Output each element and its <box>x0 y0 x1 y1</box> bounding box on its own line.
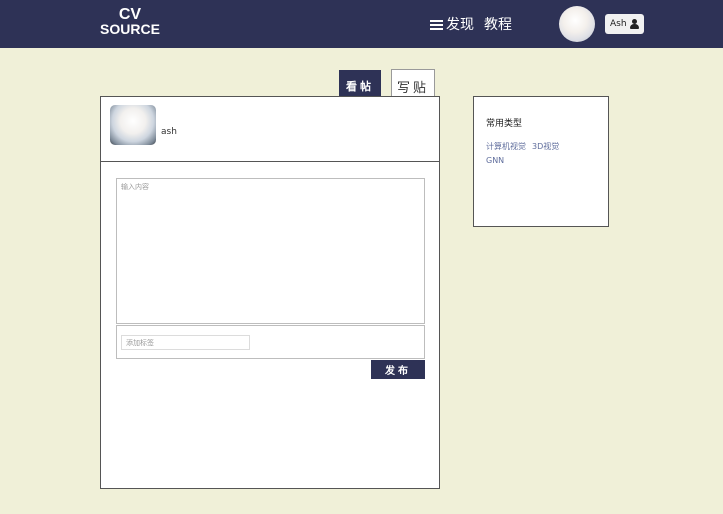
post-editor-card: ash 发布 <box>100 96 440 489</box>
content-input[interactable] <box>117 179 424 323</box>
common-types-title: 常用类型 <box>486 119 523 129</box>
nav-discover[interactable]: 发现 <box>446 14 474 34</box>
type-link-3d-vision[interactable]: 3D视觉 <box>532 142 559 151</box>
tag-input[interactable] <box>121 335 250 350</box>
nav-tutorial[interactable]: 教程 <box>484 14 512 34</box>
common-types-list: 计算机视觉 3D视觉 GNN <box>486 140 601 168</box>
top-navbar: CV SOURCE 发现 教程 Ash <box>0 0 723 48</box>
avatar[interactable] <box>559 6 595 42</box>
tag-box <box>116 325 425 359</box>
type-link-computer-vision[interactable]: 计算机视觉 <box>486 142 526 151</box>
main-nav: 发现 教程 <box>430 14 512 34</box>
logo-line-cv: CV <box>118 6 142 23</box>
user-menu-button[interactable]: Ash <box>605 14 644 34</box>
author-name: ash <box>161 127 177 137</box>
author-row: ash <box>101 97 439 162</box>
user-name: Ash <box>610 19 627 29</box>
author-avatar <box>110 105 156 145</box>
common-types-card: 常用类型 计算机视觉 3D视觉 GNN <box>473 96 609 227</box>
publish-button[interactable]: 发布 <box>371 360 425 379</box>
logo-line-source: SOURCE <box>100 21 160 37</box>
user-icon <box>629 19 639 29</box>
type-link-gnn[interactable]: GNN <box>486 156 504 165</box>
menu-icon[interactable] <box>430 19 443 30</box>
content-box <box>116 178 425 324</box>
site-logo[interactable]: CV SOURCE <box>100 7 160 37</box>
